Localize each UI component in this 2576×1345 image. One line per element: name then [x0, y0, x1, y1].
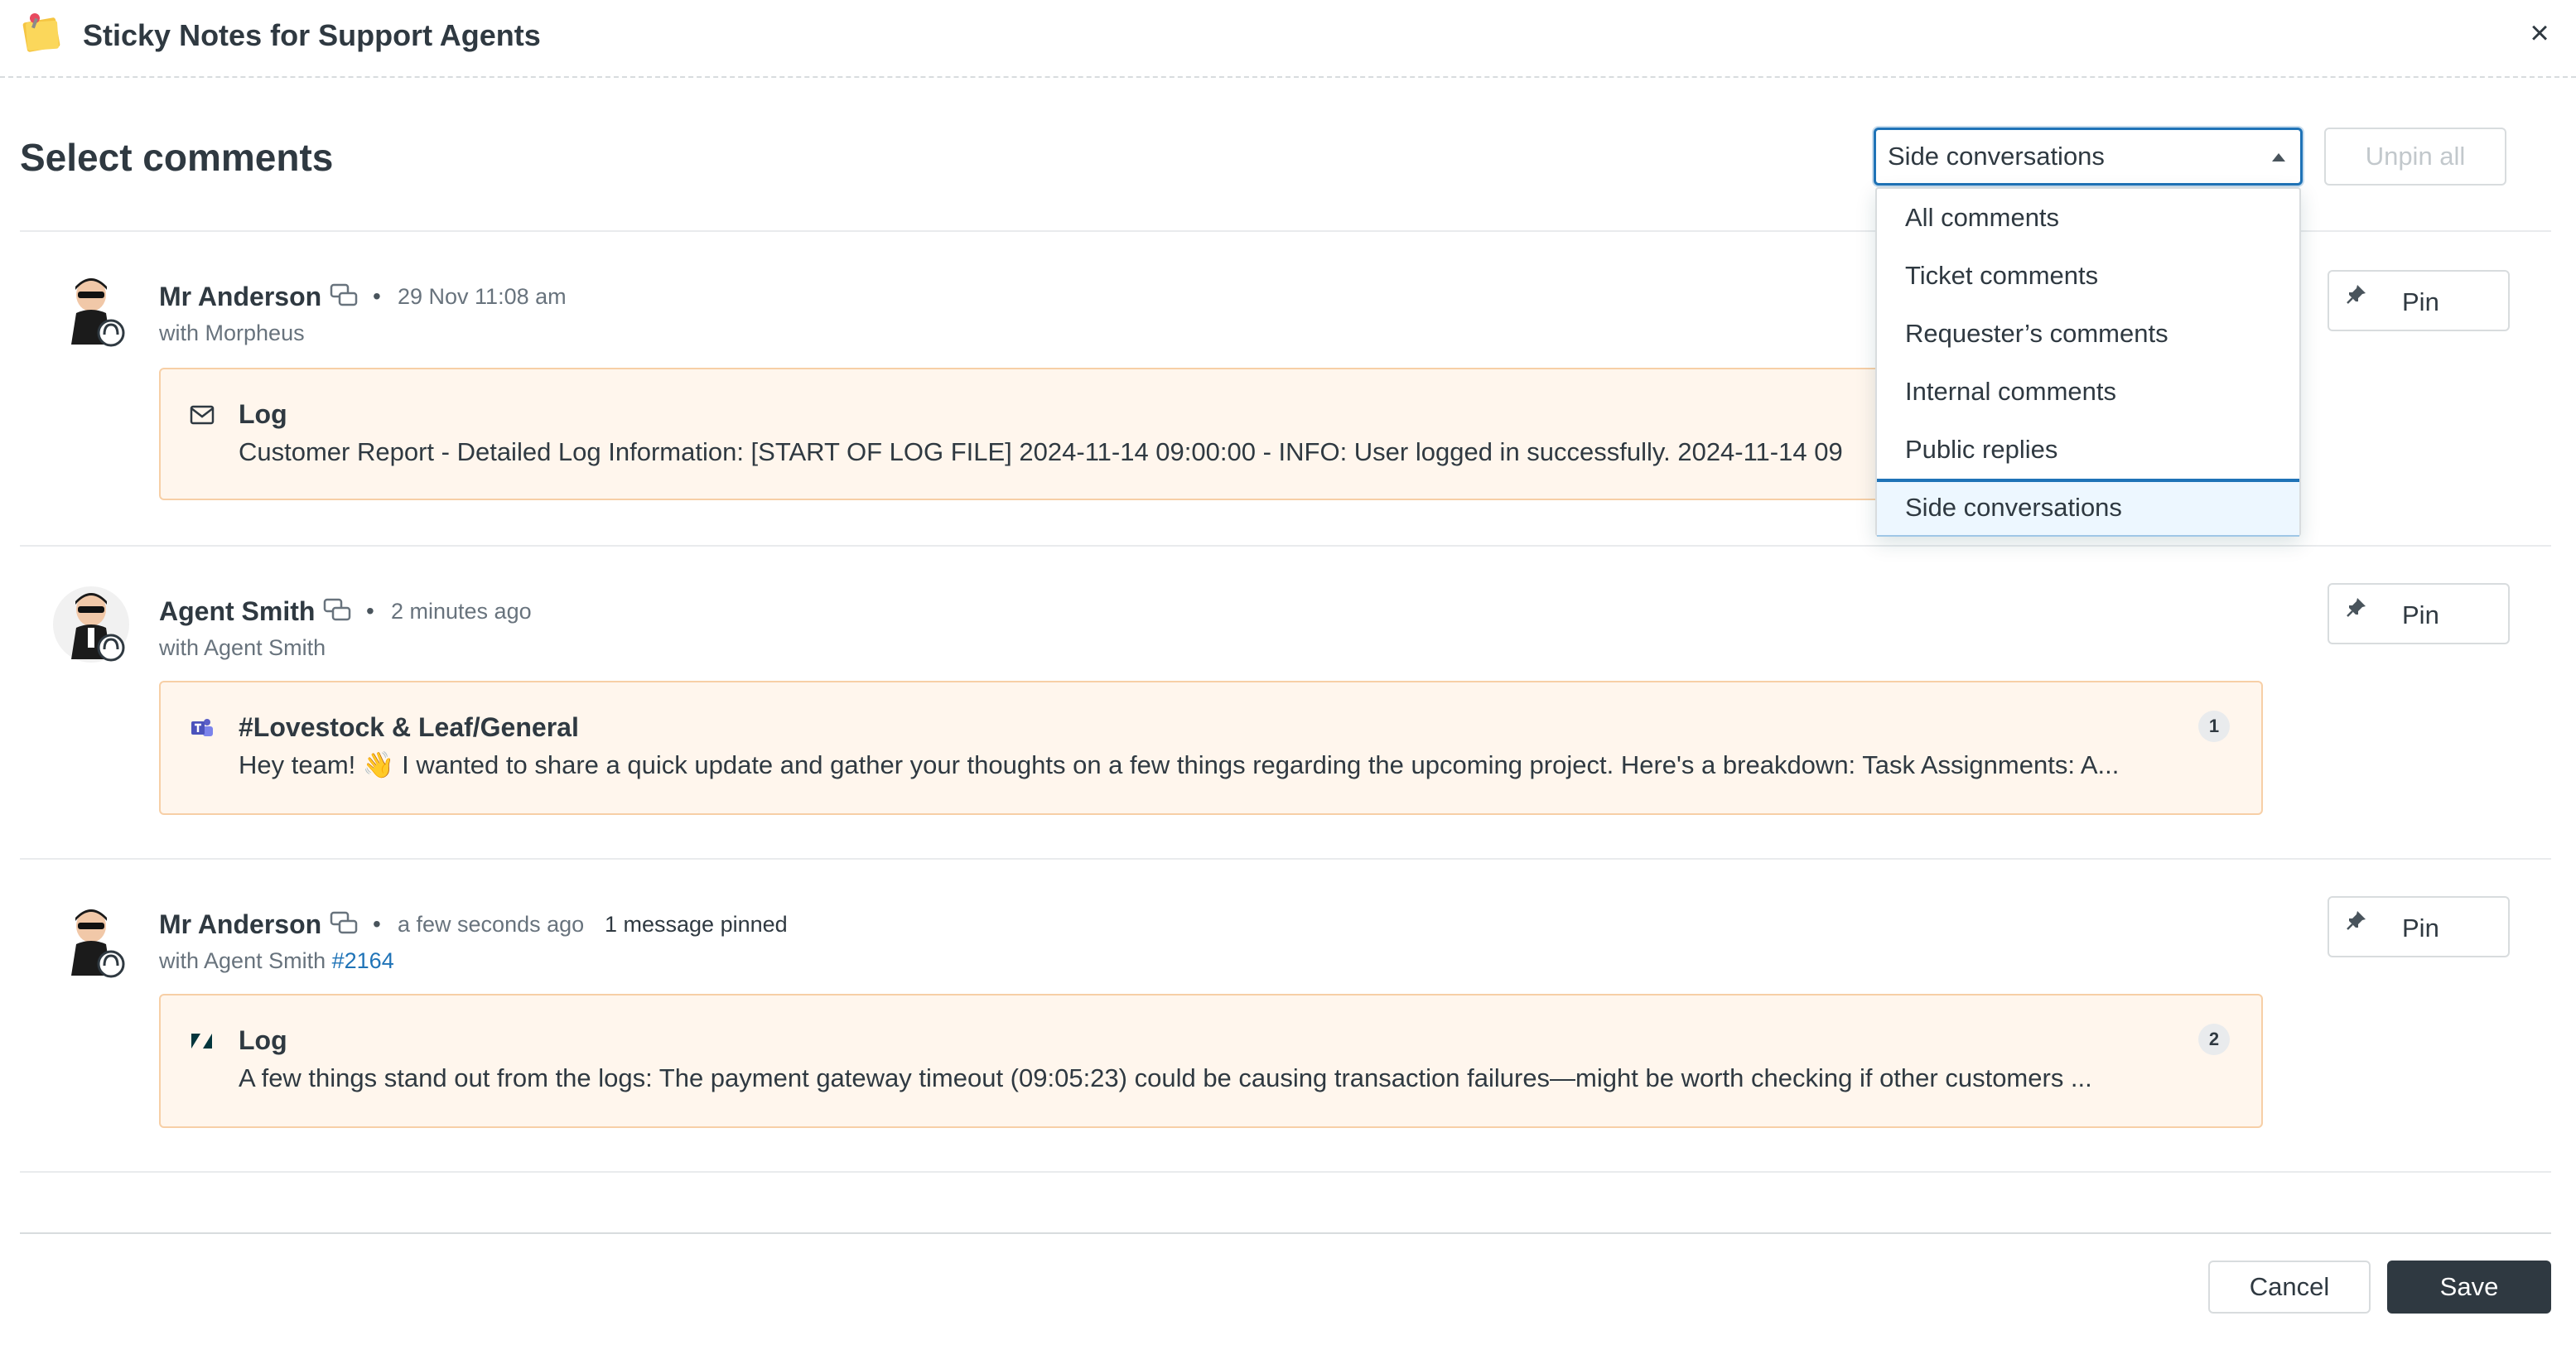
- save-button[interactable]: Save: [2387, 1261, 2551, 1314]
- card-body: A few things stand out from the logs: Th…: [239, 1063, 2092, 1092]
- side-conversation-icon: [323, 598, 351, 621]
- pinned-info: 1 message pinned: [605, 912, 788, 937]
- pin-button[interactable]: Pin: [2328, 583, 2510, 644]
- app-title: Sticky Notes for Support Agents: [83, 18, 541, 52]
- avatar: [53, 586, 129, 663]
- card-title: #Lovestock & Leaf/General: [239, 712, 579, 742]
- pin-button[interactable]: Pin: [2328, 270, 2510, 331]
- pinned-count-badge: 1: [2198, 711, 2230, 742]
- filter-option-public-replies[interactable]: Public replies: [1877, 421, 2299, 479]
- comment-with: with Agent Smith #2164: [159, 946, 394, 976]
- comment-with: with Morpheus: [159, 318, 305, 348]
- filter-option-internal-comments[interactable]: Internal comments: [1877, 363, 2299, 421]
- filter-option-ticket-comments[interactable]: Ticket comments: [1877, 247, 2299, 305]
- avatar: [53, 903, 129, 979]
- pin-label: Pin: [2402, 287, 2439, 316]
- pin-icon: [2347, 598, 2366, 617]
- comment-card[interactable]: Log A few things stand out from the logs…: [159, 994, 2263, 1128]
- pin-icon: [2347, 911, 2366, 930]
- comment-card[interactable]: #Lovestock & Leaf/General Hey team! 👋 I …: [159, 681, 2263, 815]
- with-recipient: with Agent Smith: [159, 948, 326, 973]
- pinned-count-badge: 2: [2198, 1024, 2230, 1055]
- separator-dot: •: [373, 911, 381, 937]
- comment-timestamp: 29 Nov 11:08 am: [398, 284, 567, 309]
- pin-label: Pin: [2402, 600, 2439, 629]
- comment-author: Agent Smith: [159, 596, 316, 626]
- card-body: Customer Report - Detailed Log Informati…: [239, 437, 1843, 466]
- with-recipient: with Morpheus: [159, 321, 305, 345]
- filter-dropdown-menu: All comments Ticket comments Requester’s…: [1875, 187, 2301, 537]
- divider: [20, 545, 2551, 547]
- close-icon[interactable]: ×: [2521, 15, 2558, 51]
- separator-dot: •: [373, 283, 381, 309]
- pin-icon: [2347, 285, 2366, 304]
- comment-timestamp: a few seconds ago: [398, 912, 585, 937]
- filter-option-side-conversations[interactable]: Side conversations: [1877, 479, 2299, 537]
- modal-header: Sticky Notes for Support Agents ×: [0, 0, 2576, 78]
- side-conversation-icon: [330, 283, 358, 306]
- filter-option-all-comments[interactable]: All comments: [1877, 189, 2299, 247]
- comment-filter-select[interactable]: Side conversations: [1874, 128, 2303, 186]
- separator-dot: •: [366, 598, 374, 624]
- ticket-link[interactable]: #2164: [332, 948, 394, 973]
- comment-with: with Agent Smith: [159, 633, 326, 663]
- sticky-note-icon: [22, 13, 60, 52]
- divider: [20, 858, 2551, 860]
- sticky-notes-modal: Sticky Notes for Support Agents × Select…: [0, 0, 2576, 1345]
- cancel-button[interactable]: Cancel: [2208, 1261, 2371, 1314]
- unpin-all-button[interactable]: Unpin all: [2324, 128, 2506, 186]
- zendesk-icon: [191, 1034, 212, 1049]
- filter-option-requesters-comments[interactable]: Requester’s comments: [1877, 305, 2299, 363]
- card-title: Log: [239, 399, 287, 429]
- pin-label: Pin: [2402, 914, 2439, 942]
- avatar: [53, 272, 129, 348]
- email-icon: [190, 405, 215, 425]
- card-title: Log: [239, 1025, 287, 1055]
- page-title: Select comments: [20, 136, 334, 179]
- comment-timestamp: 2 minutes ago: [391, 599, 532, 624]
- footer-divider: [20, 1232, 2551, 1234]
- with-recipient: with Agent Smith: [159, 635, 326, 660]
- comment-author: Mr Anderson: [159, 282, 322, 311]
- chevron-up-icon: [2272, 153, 2285, 161]
- divider: [20, 1171, 2551, 1173]
- pin-button[interactable]: Pin: [2328, 896, 2510, 957]
- teams-icon: [191, 719, 213, 736]
- side-conversation-icon: [330, 911, 358, 934]
- card-body: Hey team! 👋 I wanted to share a quick up…: [239, 750, 2120, 779]
- filter-selected-value: Side conversations: [1888, 142, 2105, 171]
- comment-author: Mr Anderson: [159, 909, 322, 939]
